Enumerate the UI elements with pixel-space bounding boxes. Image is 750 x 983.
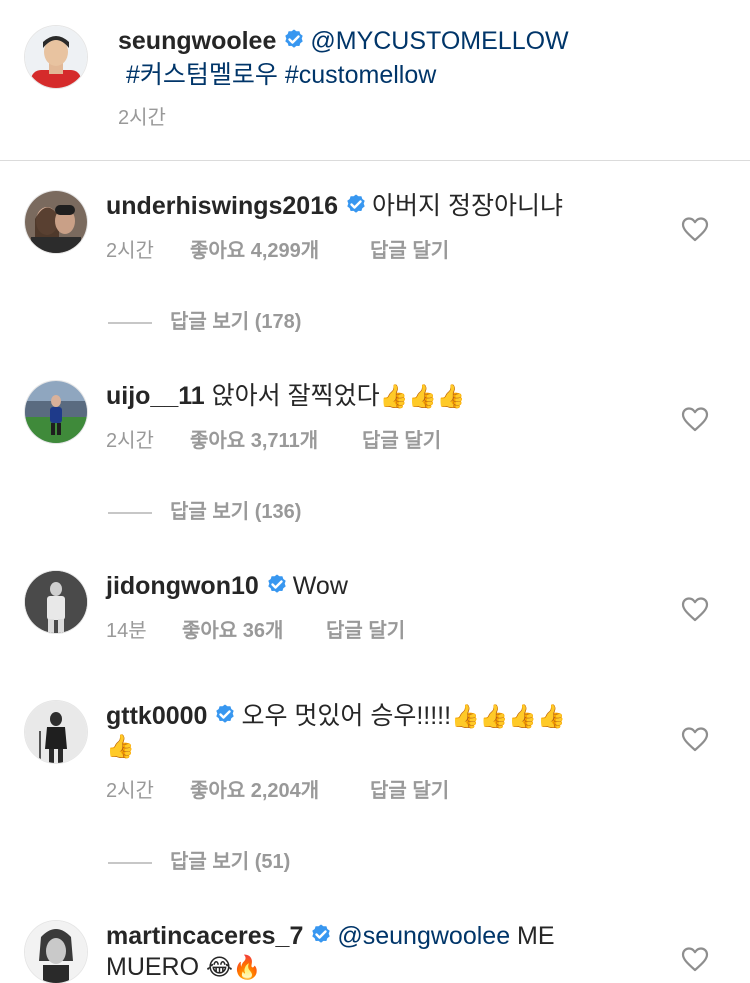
view-replies-label: 답글 보기 (51): [170, 851, 291, 873]
replies-dash: [108, 861, 152, 864]
comment-text: 앉아서 잘찍었다: [211, 382, 380, 410]
caption-time: 2시간: [118, 107, 166, 129]
verified-badge-icon: [216, 704, 235, 723]
verified-badge-icon: [347, 194, 365, 213]
reply-button[interactable]: 답글 달기: [370, 779, 449, 803]
reply-button[interactable]: 답글 달기: [326, 619, 405, 643]
comment-username[interactable]: martincaceres_7: [106, 922, 303, 950]
caption-hashtags[interactable]: #커스텀멜로우 #customellow: [126, 60, 436, 90]
comment-meta: 2시간 좋아요 2,204개 답글 달기: [106, 779, 449, 803]
heart-outline-icon[interactable]: [681, 946, 709, 972]
reply-button[interactable]: 답글 달기: [362, 429, 441, 453]
comment-avatar[interactable]: [25, 191, 87, 253]
comment-text-line: jidongwon10 Wow: [106, 571, 348, 601]
comment-time: 2시간: [106, 430, 154, 452]
comment-likes[interactable]: 좋아요 4,299개: [190, 239, 370, 263]
view-replies-label: 답글 보기 (178): [170, 311, 302, 333]
comment-text-line-2: MUERO 😂🔥: [106, 952, 262, 983]
comment-likes[interactable]: 좋아요 2,204개: [190, 779, 370, 803]
comment-text-line: gttk0000 오우 멋있어 승우!!!!!👍👍👍👍: [106, 701, 566, 732]
heart-outline-icon[interactable]: [681, 726, 709, 752]
view-replies-button[interactable]: 답글 보기 (178): [108, 310, 301, 334]
thumbs-up-emoji: 👍: [106, 734, 135, 760]
thumbs-up-emoji: 👍👍👍: [379, 384, 466, 410]
replies-dash: [108, 321, 152, 324]
caption-line-1: seungwoolee @MYCUSTOMELLOW: [118, 26, 569, 56]
comment-likes[interactable]: 좋아요 3,711개: [190, 429, 362, 453]
comment-text-line: underhiswings2016 아버지 정장아니냐: [106, 191, 563, 221]
comment-text: MUERO: [106, 953, 200, 981]
comment-username[interactable]: uijo__11: [106, 382, 205, 410]
verified-badge-icon: [285, 29, 304, 48]
comment-meta: 2시간 좋아요 4,299개 답글 달기: [106, 239, 449, 263]
comment-username[interactable]: underhiswings2016: [106, 192, 338, 220]
comment-username[interactable]: gttk0000: [106, 702, 207, 730]
view-replies-button[interactable]: 답글 보기 (136): [108, 500, 301, 524]
laugh-fire-emoji: 😂🔥: [206, 955, 262, 981]
comment-mention[interactable]: @seungwoolee: [337, 922, 510, 950]
comment-text: Wow: [292, 572, 348, 600]
view-replies-label: 답글 보기 (136): [170, 501, 302, 523]
reply-button[interactable]: 답글 달기: [370, 239, 449, 263]
heart-outline-icon[interactable]: [681, 216, 709, 242]
thumbs-up-emoji: 👍👍👍👍: [451, 704, 566, 730]
replies-dash: [108, 511, 152, 514]
comment-avatar[interactable]: [25, 381, 87, 443]
divider: [0, 160, 750, 161]
caption-username[interactable]: seungwoolee: [118, 27, 276, 55]
heart-outline-icon[interactable]: [681, 406, 709, 432]
verified-badge-icon: [268, 574, 286, 593]
comment-avatar[interactable]: [25, 701, 87, 763]
comment-avatar[interactable]: [25, 921, 87, 983]
comment-text-line: martincaceres_7 @seungwoolee ME: [106, 921, 555, 951]
verified-badge-icon: [312, 924, 331, 943]
comment-text: ME: [517, 922, 555, 950]
caption-mention[interactable]: @MYCUSTOMELLOW: [310, 27, 568, 55]
comment-text: 오우 멋있어 승우!!!!!: [241, 702, 452, 730]
comment-time: 2시간: [106, 240, 154, 262]
caption-avatar[interactable]: [25, 26, 87, 88]
heart-outline-icon[interactable]: [681, 596, 709, 622]
view-replies-button[interactable]: 답글 보기 (51): [108, 850, 290, 874]
comment-text: 아버지 정장아니냐: [372, 192, 563, 220]
comment-meta: 2시간 좋아요 3,711개 답글 달기: [106, 429, 441, 453]
comment-text-line: uijo__11 앉아서 잘찍었다👍👍👍: [106, 381, 466, 412]
comment-username[interactable]: jidongwon10: [106, 572, 259, 600]
comment-time: 2시간: [106, 780, 154, 802]
comment-likes[interactable]: 좋아요 36개: [182, 619, 326, 643]
comment-meta: 14분 좋아요 36개 답글 달기: [106, 619, 405, 643]
comment-time: 14분: [106, 620, 147, 642]
comment-avatar[interactable]: [25, 571, 87, 633]
